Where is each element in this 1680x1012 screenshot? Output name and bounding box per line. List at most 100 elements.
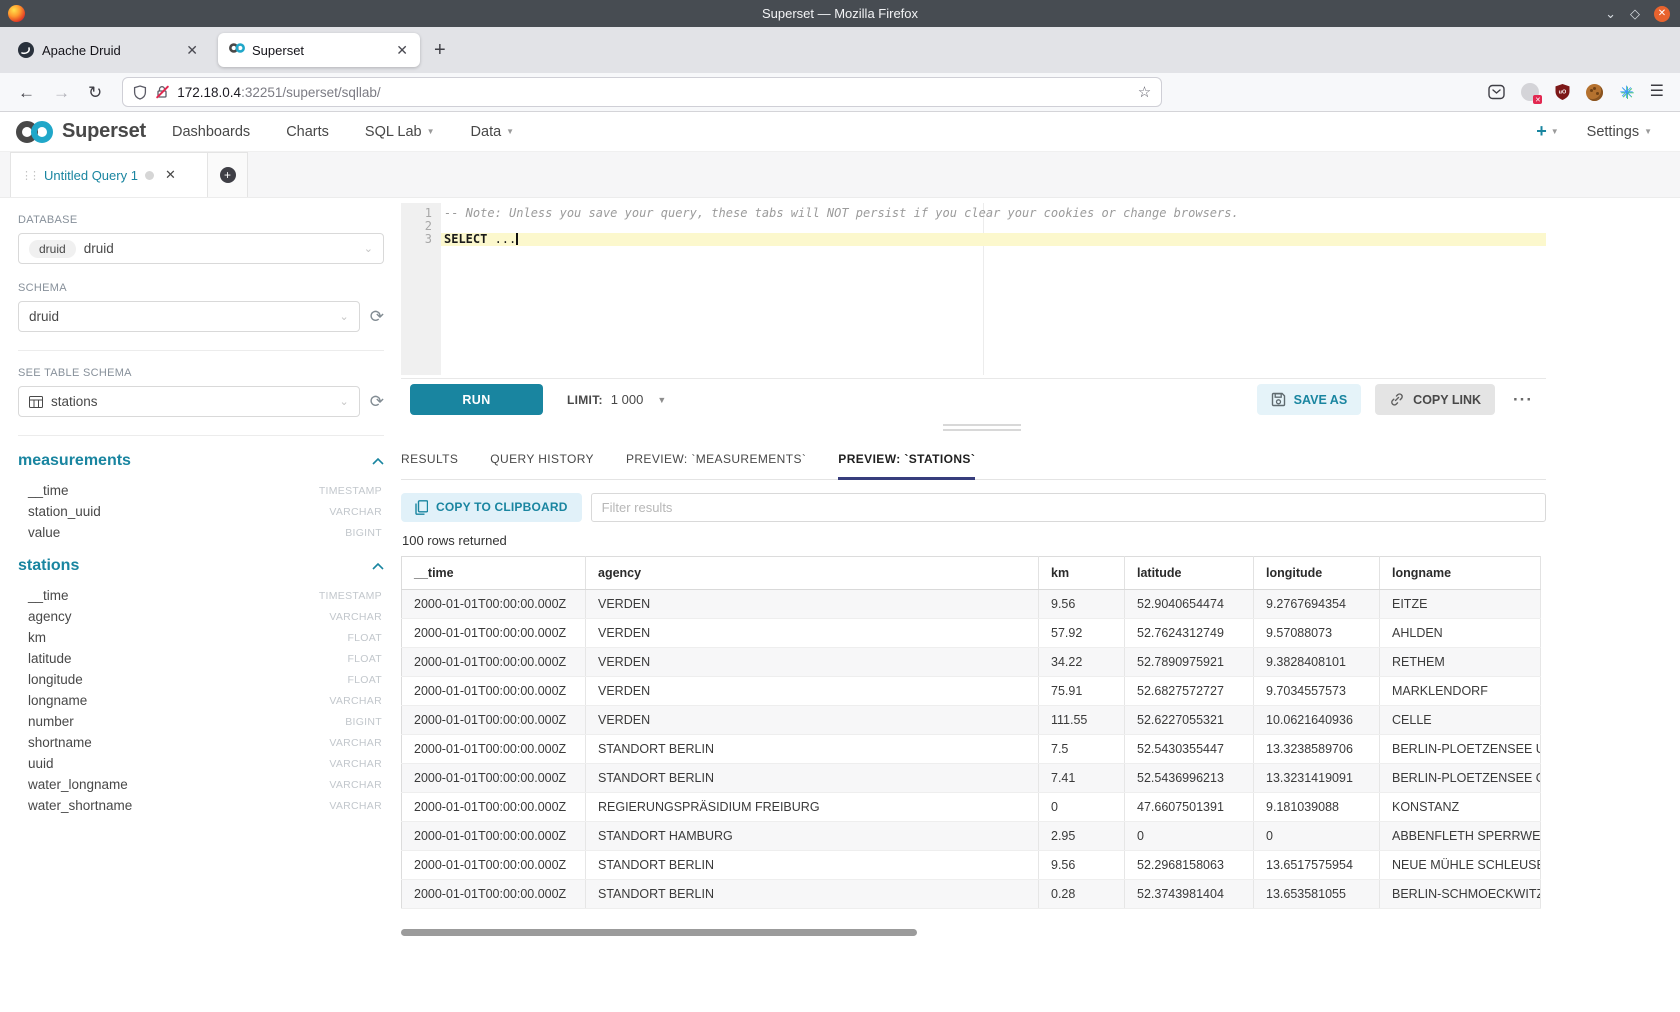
schema-column-row: agencyVARCHAR — [18, 606, 384, 627]
chevron-down-icon: ⌄ — [340, 310, 349, 323]
horizontal-scrollbar[interactable] — [401, 929, 917, 936]
refresh-tables-icon[interactable]: ⟳ — [370, 393, 384, 410]
sql-comment: -- Note: Unless you save your query, the… — [444, 206, 1239, 220]
gutter-line-number: 2 — [401, 220, 441, 233]
column-header-agency[interactable]: agency — [586, 557, 1039, 590]
nav-item-dashboards[interactable]: Dashboards — [172, 124, 250, 140]
nav-item-sql-lab[interactable]: SQL Lab▼ — [365, 124, 435, 140]
chevron-up-icon[interactable] — [372, 458, 384, 465]
database-label: DATABASE — [18, 214, 384, 226]
table-cell: 0 — [1254, 822, 1380, 851]
menu-icon[interactable]: ☰ — [1650, 84, 1664, 100]
superset-brand[interactable]: Superset — [14, 120, 146, 144]
add-new-button[interactable]: +▼ — [1536, 121, 1558, 142]
chevron-down-icon: ▼ — [657, 395, 666, 405]
tab-close-icon[interactable]: ✕ — [394, 42, 410, 59]
result-tab-results[interactable]: RESULTS — [401, 452, 458, 479]
refresh-schema-icon[interactable]: ⟳ — [370, 308, 384, 325]
window-controls: ⌄ ◇ ✕ — [1605, 6, 1680, 22]
nav-item-label: Dashboards — [172, 124, 250, 140]
settings-menu[interactable]: Settings▼ — [1587, 124, 1652, 140]
schema-label: SCHEMA — [18, 282, 384, 294]
nav-item-charts[interactable]: Charts — [286, 124, 329, 140]
window-minimize-icon[interactable]: ⌄ — [1605, 7, 1616, 20]
sql-editor[interactable]: 123 -- Note: Unless you save your query,… — [401, 203, 1546, 375]
forward-icon[interactable]: → — [53, 84, 70, 101]
result-tab-preview-stations[interactable]: PREVIEW: `STATIONS` — [838, 452, 975, 479]
nav-item-label: Data — [471, 124, 502, 140]
bookmark-star-icon[interactable]: ☆ — [1138, 83, 1151, 101]
more-options-button[interactable]: ··· — [1509, 390, 1537, 410]
column-header-longname[interactable]: longname — [1380, 557, 1541, 590]
back-icon[interactable]: ← — [18, 84, 35, 101]
table-cell: 7.41 — [1039, 764, 1125, 793]
table-cell: 57.92 — [1039, 619, 1125, 648]
url-host: 172.18.0.4 — [177, 85, 241, 100]
editor-toolbar: RUN LIMIT: 1 000 ▼ SAVE AS COPY LINK ··· — [401, 378, 1546, 420]
filter-results-input[interactable] — [591, 493, 1546, 522]
table-icon — [29, 396, 43, 408]
tracking-shield-icon[interactable] — [133, 85, 147, 100]
browser-tab-superset[interactable]: Superset ✕ — [218, 33, 420, 67]
cookie-icon[interactable] — [1586, 84, 1603, 101]
sqllab-main: 123 -- Note: Unless you save your query,… — [401, 198, 1546, 1012]
run-button[interactable]: RUN — [410, 384, 543, 415]
editor-line — [441, 220, 1546, 233]
result-tab-query-history[interactable]: QUERY HISTORY — [490, 452, 594, 479]
table-cell: 47.6607501391 — [1125, 793, 1254, 822]
pocket-icon[interactable] — [1488, 84, 1505, 100]
window-title: Superset — Mozilla Firefox — [0, 6, 1680, 21]
table-cell: NEUE MÜHLE SCHLEUSE OP — [1380, 851, 1541, 880]
browser-tab-apache-druid[interactable]: Apache Druid ✕ — [8, 33, 210, 67]
limit-dropdown[interactable]: LIMIT: 1 000 ▼ — [567, 392, 666, 407]
window-maximize-icon[interactable]: ◇ — [1630, 7, 1640, 20]
window-close-icon[interactable]: ✕ — [1654, 6, 1670, 22]
table-select[interactable]: stations ⌄ — [18, 386, 360, 417]
asterisk-extension-icon[interactable]: ✳ — [1619, 84, 1633, 101]
column-type: VARCHAR — [329, 506, 382, 518]
editor-code-area[interactable]: -- Note: Unless you save your query, the… — [441, 203, 1546, 375]
new-query-tab-button[interactable]: + — [208, 152, 248, 197]
column-header-longitude[interactable]: longitude — [1254, 557, 1380, 590]
column-header-time[interactable]: __time — [402, 557, 586, 590]
pane-resize-handle[interactable] — [943, 424, 1021, 431]
ublock-shield-icon[interactable]: uO — [1555, 84, 1570, 100]
chevron-down-icon: ⌄ — [364, 242, 373, 255]
table-cell: 52.2968158063 — [1125, 851, 1254, 880]
copy-link-button[interactable]: COPY LINK — [1375, 384, 1495, 415]
brand-name: Superset — [62, 120, 146, 143]
database-select[interactable]: druid druid ⌄ — [18, 233, 384, 264]
table-cell: 2000-01-01T00:00:00.000Z — [402, 706, 586, 735]
column-header-latitude[interactable]: latitude — [1125, 557, 1254, 590]
save-as-button[interactable]: SAVE AS — [1257, 384, 1362, 415]
table-cell: 52.5436996213 — [1125, 764, 1254, 793]
reload-icon[interactable]: ↻ — [88, 84, 102, 101]
query-tab-active[interactable]: ⋮⋮ Untitled Query 1 ✕ — [10, 152, 208, 197]
schema-column-row: __timeTIMESTAMP — [18, 585, 384, 606]
query-tab-close-icon[interactable]: ✕ — [165, 167, 176, 183]
result-tab-preview-measurements[interactable]: PREVIEW: `MEASUREMENTS` — [626, 452, 806, 479]
result-tabs: RESULTS QUERY HISTORY PREVIEW: `MEASUREMEN… — [401, 440, 1546, 480]
rows-returned-text: 100 rows returned — [402, 533, 507, 548]
new-tab-button[interactable]: + — [434, 40, 446, 60]
results-table: __timeagencykmlatitudelongitudelongname 2… — [401, 556, 1541, 909]
url-bar[interactable]: 172.18.0.4:32251/superset/sqllab/ ☆ — [122, 77, 1162, 107]
table-cell: 111.55 — [1039, 706, 1125, 735]
column-type: TIMESTAMP — [319, 590, 382, 602]
nav-item-data[interactable]: Data▼ — [471, 124, 515, 140]
chevron-up-icon[interactable] — [372, 563, 384, 570]
drag-handle-icon[interactable]: ⋮⋮ — [21, 169, 37, 182]
schema-select[interactable]: druid ⌄ — [18, 301, 360, 332]
insecure-lock-icon[interactable] — [155, 85, 169, 99]
header-right: +▼ Settings▼ — [1536, 121, 1666, 142]
extension-icon[interactable] — [1521, 83, 1539, 101]
table-cell: 9.57088073 — [1254, 619, 1380, 648]
copy-to-clipboard-button[interactable]: COPY TO CLIPBOARD — [401, 493, 582, 522]
column-header-km[interactable]: km — [1039, 557, 1125, 590]
schema-column-row: longitudeFLOAT — [18, 669, 384, 690]
column-name: station_uuid — [28, 504, 101, 519]
table-cell: BERLIN-SCHMOECKWITZ — [1380, 880, 1541, 909]
tab-close-icon[interactable]: ✕ — [184, 42, 200, 59]
table-cell: 52.3743981404 — [1125, 880, 1254, 909]
sql-keyword: SELECT — [444, 232, 487, 246]
